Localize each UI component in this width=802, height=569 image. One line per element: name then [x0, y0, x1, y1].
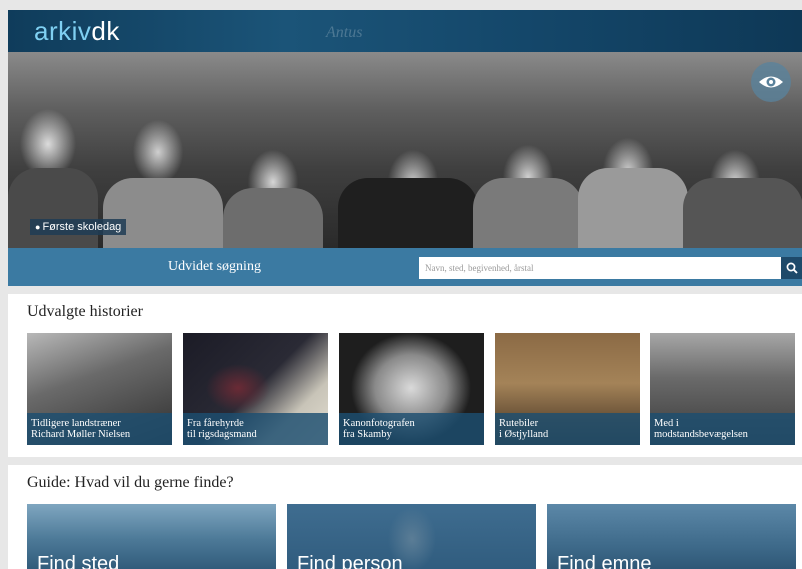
arkiv-dk-logo[interactable]: arkivdk [34, 16, 120, 47]
header-watermark: Antus [326, 24, 363, 41]
story-card-label: Rutebiler i Østjylland [495, 413, 640, 445]
top-bar: arkivdk Antus [8, 10, 802, 52]
story-card-label: Tidligere landstræner Richard Møller Nie… [27, 413, 172, 445]
eye-icon[interactable] [751, 62, 791, 102]
search-input[interactable] [419, 257, 781, 279]
guide-panel: Guide: Hvad vil du gerne finde? Find ste… [8, 465, 802, 569]
story-card-label: Kanonfotografen fra Skamby [339, 413, 484, 445]
logo-text-dk: dk [91, 16, 120, 46]
find-person-card[interactable]: Find person [287, 504, 536, 569]
hero-photo-children [8, 52, 802, 248]
story-card[interactable]: Fra fårehyrde til rigsdagsmand [183, 333, 328, 445]
story-card[interactable]: Rutebiler i Østjylland [495, 333, 640, 445]
find-person-label: Find person [297, 553, 403, 569]
story-card[interactable]: Tidligere landstræner Richard Møller Nie… [27, 333, 172, 445]
hero-image[interactable]: ● Første skoledag [8, 52, 802, 248]
pin-icon: ● [35, 222, 41, 232]
logo-text-arkiv: arkiv [34, 16, 92, 46]
search-bar: Udvidet søgning [8, 248, 802, 286]
featured-stories-panel: Udvalgte historier Tidligere landstræner… [8, 294, 802, 457]
find-place-card[interactable]: Find sted [27, 504, 276, 569]
find-subject-card[interactable]: Find emne [547, 504, 796, 569]
search-button[interactable] [781, 257, 802, 279]
guide-title: Guide: Hvad vil du gerne finde? [27, 474, 234, 491]
featured-stories-title: Udvalgte historier [27, 303, 143, 320]
story-card-label: Med i modstandsbevægelsen [650, 413, 795, 445]
story-card[interactable]: Kanonfotografen fra Skamby [339, 333, 484, 445]
find-subject-label: Find emne [557, 553, 652, 569]
find-place-label: Find sted [37, 553, 120, 569]
hero-caption-text: Første skoledag [42, 221, 122, 233]
hero-caption[interactable]: ● Første skoledag [30, 219, 127, 235]
story-card[interactable]: Med i modstandsbevægelsen [650, 333, 795, 445]
story-card-label: Fra fårehyrde til rigsdagsmand [183, 413, 328, 445]
search-icon [786, 262, 798, 274]
advanced-search-link[interactable]: Udvidet søgning [168, 259, 261, 275]
